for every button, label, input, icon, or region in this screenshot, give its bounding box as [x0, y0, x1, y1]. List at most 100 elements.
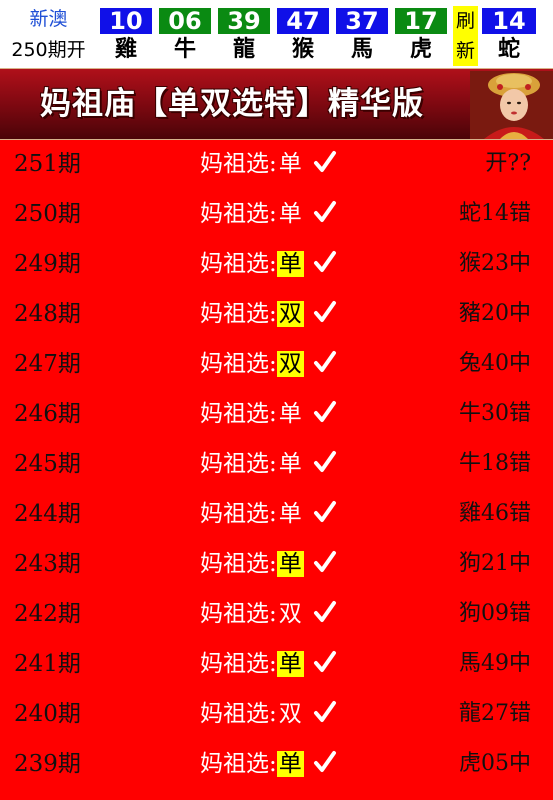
prediction-row: 246期 妈祖选:单 牛30错: [0, 389, 553, 439]
pick-colon: :: [269, 251, 277, 277]
prediction-row: 245期 妈祖选:单 牛18错: [0, 439, 553, 489]
result-text: 虎05中: [459, 751, 531, 776]
prediction-row: 251期 妈祖选:单 开??: [0, 139, 553, 189]
pick-value: 单: [276, 251, 304, 277]
pick-text: 妈祖选:单: [200, 547, 338, 581]
refresh-label-top: 刷: [455, 10, 475, 32]
check-icon: [313, 751, 336, 772]
pick-value: 单: [278, 151, 302, 177]
prediction-row: 248期 妈祖选:双 豬20中: [0, 289, 553, 339]
pick-label: 妈祖选: [200, 351, 269, 377]
pick-colon: :: [269, 151, 277, 177]
check-icon: [313, 301, 336, 322]
result-text: 蛇14错: [459, 201, 531, 226]
pick-text: 妈祖选:单: [200, 247, 338, 281]
result-text: 兔40中: [459, 351, 531, 376]
period-number: 240期: [14, 701, 81, 727]
special-ball-number: 14: [482, 8, 536, 34]
pick-value: 单: [276, 651, 304, 677]
period-number: 244期: [14, 501, 81, 527]
period-number: 245期: [14, 451, 81, 477]
draw-result-bar: 新澳 250期开 10 雞 06 牛 39 龍 47 猴 37 馬 17 虎 刷…: [0, 0, 553, 68]
pick-value: 单: [276, 551, 304, 577]
ball-zodiac: 牛: [173, 37, 196, 62]
period-label: 250期开: [11, 39, 86, 61]
ball-number: 47: [277, 8, 329, 34]
period-number: 251期: [14, 151, 81, 177]
period-number: 246期: [14, 401, 81, 427]
result-text: 雞46错: [459, 501, 531, 526]
pick-label: 妈祖选: [200, 651, 269, 677]
refresh-button[interactable]: 刷 新: [453, 6, 478, 66]
pick-text: 妈祖选:单: [200, 447, 338, 481]
pick-label: 妈祖选: [200, 251, 269, 277]
pick-colon: :: [269, 751, 277, 777]
prediction-row: 240期 妈祖选:双 龍27错: [0, 689, 553, 739]
prediction-row: 249期 妈祖选:单 猴23中: [0, 239, 553, 289]
ball-number: 37: [336, 8, 388, 34]
banner-title: 妈祖庙【单双选特】精华版: [40, 86, 424, 122]
period-number: 243期: [14, 551, 81, 577]
prediction-row: 239期 妈祖选:单 虎05中: [0, 739, 553, 789]
ball-zodiac: 虎: [409, 37, 432, 62]
check-icon: [313, 701, 336, 722]
pick-text: 妈祖选:单: [200, 647, 338, 681]
check-icon: [313, 251, 336, 272]
ball-number: 10: [100, 8, 152, 34]
ball-number: 17: [395, 8, 447, 34]
pick-value: 双: [278, 601, 302, 627]
title-banner: 妈祖庙【单双选特】精华版: [0, 68, 553, 140]
pick-label: 妈祖选: [200, 551, 269, 577]
result-text: 牛18错: [459, 451, 531, 476]
pick-colon: :: [269, 201, 277, 227]
pick-text: 妈祖选:双: [200, 347, 338, 381]
ball-number: 06: [159, 8, 211, 34]
prediction-row: 244期 妈祖选:单 雞46错: [0, 489, 553, 539]
check-icon: [313, 451, 336, 472]
check-icon: [313, 201, 336, 222]
ball-zodiac: 馬: [350, 37, 373, 62]
result-text: 豬20中: [459, 301, 531, 326]
period-number: 249期: [14, 251, 81, 277]
ball-zodiac: 龍: [232, 37, 255, 62]
pick-value: 单: [276, 751, 304, 777]
pick-text: 妈祖选:单: [200, 497, 338, 531]
result-text: 开??: [485, 151, 531, 176]
check-icon: [313, 651, 336, 672]
pick-label: 妈祖选: [200, 501, 269, 527]
period-number: 241期: [14, 651, 81, 677]
check-icon: [313, 401, 336, 422]
pick-text: 妈祖选:单: [200, 147, 338, 181]
result-text: 牛30错: [459, 401, 531, 426]
period-number: 239期: [14, 751, 81, 777]
pick-text: 妈祖选:双: [200, 697, 338, 731]
pick-colon: :: [269, 401, 277, 427]
pick-value: 单: [278, 201, 302, 227]
prediction-row: 250期 妈祖选:单 蛇14错: [0, 189, 553, 239]
ball-number: 39: [218, 8, 270, 34]
region-label: 新澳: [29, 8, 68, 30]
prediction-row: 242期 妈祖选:双 狗09错: [0, 589, 553, 639]
period-number: 248期: [14, 301, 81, 327]
prediction-row: 247期 妈祖选:双 兔40中: [0, 339, 553, 389]
pick-value: 单: [278, 501, 302, 527]
pick-value: 双: [276, 301, 304, 327]
pick-label: 妈祖选: [200, 201, 269, 227]
pick-colon: :: [269, 651, 277, 677]
pick-colon: :: [269, 601, 277, 627]
prediction-row: 241期 妈祖选:单 馬49中: [0, 639, 553, 689]
result-text: 龍27错: [459, 701, 531, 726]
pick-colon: :: [269, 551, 277, 577]
ball-zodiac: 雞: [114, 37, 137, 62]
pick-label: 妈祖选: [200, 301, 269, 327]
prediction-row: 243期 妈祖选:单 狗21中: [0, 539, 553, 589]
pick-value: 双: [278, 701, 302, 727]
period-number: 250期: [14, 201, 81, 227]
pick-text: 妈祖选:单: [200, 747, 338, 781]
pick-label: 妈祖选: [200, 701, 269, 727]
pick-label: 妈祖选: [200, 401, 269, 427]
result-text: 狗09错: [459, 601, 531, 626]
pick-value: 双: [276, 351, 304, 377]
check-icon: [313, 501, 336, 522]
check-icon: [313, 551, 336, 572]
